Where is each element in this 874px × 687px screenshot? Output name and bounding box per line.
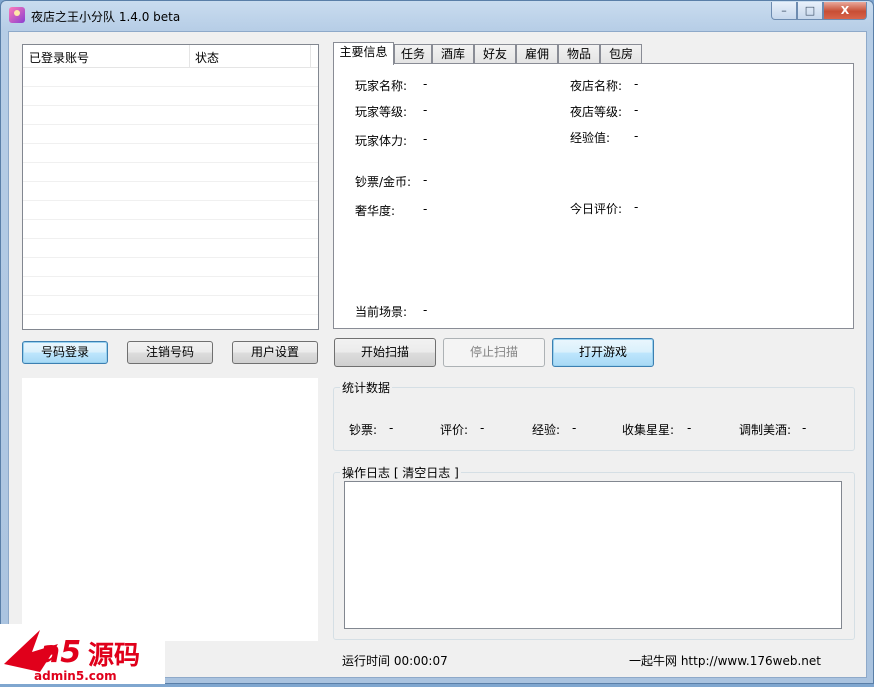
phone-login-button[interactable]: 号码登录 bbox=[22, 341, 108, 364]
experience-label: 经验值: bbox=[570, 131, 611, 145]
player-level-value: - bbox=[423, 103, 428, 117]
user-settings-button[interactable]: 用户设置 bbox=[232, 341, 318, 364]
operation-log-textbox[interactable] bbox=[344, 481, 842, 629]
tab-main-info[interactable]: 主要信息 bbox=[333, 42, 394, 65]
tab-wine-cellar[interactable]: 酒库 bbox=[432, 44, 474, 64]
empty-row bbox=[23, 277, 318, 296]
title-bar[interactable]: 夜店之王小分队 1.4.0 beta – □ X bbox=[1, 1, 873, 31]
stop-scan-button[interactable]: 停止扫描 bbox=[443, 338, 545, 367]
stat-cocktails-label: 调制美酒: bbox=[739, 423, 792, 437]
main-info-page: 玩家名称: - 夜店名称: - 玩家等级: - 夜店等级: - 玩家体力: - … bbox=[333, 63, 854, 329]
accounts-listview[interactable]: 已登录账号 状态 bbox=[22, 44, 319, 334]
stat-rating-value: - bbox=[480, 421, 485, 435]
today-rating-value: - bbox=[634, 200, 639, 214]
listview-header: 已登录账号 状态 bbox=[23, 45, 318, 68]
empty-row bbox=[23, 87, 318, 106]
close-button[interactable]: X bbox=[823, 2, 867, 20]
stat-stars-label: 收集星星: bbox=[622, 423, 675, 437]
stat-cash-value: - bbox=[389, 421, 394, 435]
stat-rating-label: 评价: bbox=[440, 423, 469, 437]
tab-items[interactable]: 物品 bbox=[558, 44, 600, 64]
empty-row bbox=[23, 296, 318, 315]
club-name-label: 夜店名称: bbox=[570, 79, 623, 93]
column-separator[interactable] bbox=[189, 45, 190, 67]
stats-title: 统计数据 bbox=[340, 379, 393, 396]
empty-row bbox=[23, 68, 318, 87]
luxury-value: - bbox=[423, 202, 428, 216]
window-controls: – □ X bbox=[771, 2, 867, 20]
today-rating-label: 今日评价: bbox=[570, 202, 623, 216]
empty-row bbox=[23, 315, 318, 334]
client-area: 已登录账号 状态 号码登录 注销号码 用户设置 主要信息 任务 酒库 好友 雇佣… bbox=[8, 31, 867, 678]
tab-hire[interactable]: 雇佣 bbox=[516, 44, 558, 64]
empty-row bbox=[23, 163, 318, 182]
player-level-label: 玩家等级: bbox=[355, 105, 408, 119]
tab-private-rooms[interactable]: 包房 bbox=[600, 44, 642, 64]
empty-row bbox=[23, 182, 318, 201]
empty-row bbox=[23, 144, 318, 163]
stat-cocktails-value: - bbox=[802, 421, 807, 435]
column-header-account[interactable]: 已登录账号 bbox=[29, 49, 89, 66]
logout-number-button[interactable]: 注销号码 bbox=[127, 341, 213, 364]
stat-experience-label: 经验: bbox=[532, 423, 561, 437]
svg-text:a5: a5 bbox=[40, 635, 81, 670]
player-name-label: 玩家名称: bbox=[355, 79, 408, 93]
empty-row bbox=[23, 201, 318, 220]
app-icon bbox=[9, 7, 25, 23]
column-header-status[interactable]: 状态 bbox=[195, 49, 219, 66]
tab-friends[interactable]: 好友 bbox=[474, 44, 516, 64]
stat-cash-label: 钞票: bbox=[349, 423, 378, 437]
minimize-button[interactable]: – bbox=[771, 2, 797, 20]
a5-logo-icon: a5 源码 admin5.com bbox=[0, 624, 165, 684]
experience-value: - bbox=[634, 129, 639, 143]
start-scan-button[interactable]: 开始扫描 bbox=[334, 338, 436, 367]
empty-row bbox=[23, 125, 318, 144]
luxury-label: 奢华度: bbox=[355, 204, 396, 218]
website-label[interactable]: 一起牛网 http://www.176web.net bbox=[629, 652, 821, 669]
club-name-value: - bbox=[634, 77, 639, 91]
stat-stars-value: - bbox=[687, 421, 692, 435]
stats-groupbox: 统计数据 钞票: - 评价: - 经验: - 收集星星: - 调制美酒: - bbox=[333, 379, 855, 451]
player-name-value: - bbox=[423, 77, 428, 91]
club-level-value: - bbox=[634, 103, 639, 117]
current-scene-value: - bbox=[423, 303, 428, 317]
window-title: 夜店之王小分队 1.4.0 beta bbox=[31, 10, 181, 24]
tab-tasks[interactable]: 任务 bbox=[394, 44, 432, 64]
left-info-panel bbox=[22, 378, 318, 641]
empty-row bbox=[23, 220, 318, 239]
svg-text:源码: 源码 bbox=[88, 641, 140, 671]
svg-text:admin5.com: admin5.com bbox=[34, 669, 117, 683]
maximize-button[interactable]: □ bbox=[797, 2, 823, 20]
column-separator[interactable] bbox=[310, 45, 311, 67]
log-title[interactable]: 操作日志 [ 清空日志 ] bbox=[340, 464, 461, 481]
player-stamina-value: - bbox=[423, 132, 428, 146]
cash-gold-label: 钞票/金币: bbox=[355, 175, 412, 189]
a5-watermark-logo: a5 源码 admin5.com bbox=[0, 624, 165, 684]
current-scene-label: 当前场景: bbox=[355, 305, 408, 319]
app-window: 夜店之王小分队 1.4.0 beta – □ X 已登录账号 状态 号码登录 注… bbox=[0, 0, 874, 684]
runtime-label: 运行时间 00:00:07 bbox=[342, 654, 448, 668]
cash-gold-value: - bbox=[423, 173, 428, 187]
empty-row bbox=[23, 106, 318, 125]
open-game-button[interactable]: 打开游戏 bbox=[552, 338, 654, 367]
empty-row bbox=[23, 239, 318, 258]
listview-rows bbox=[23, 68, 318, 334]
club-level-label: 夜店等级: bbox=[570, 105, 623, 119]
empty-row bbox=[23, 258, 318, 277]
player-stamina-label: 玩家体力: bbox=[355, 134, 408, 148]
stat-experience-value: - bbox=[572, 421, 577, 435]
